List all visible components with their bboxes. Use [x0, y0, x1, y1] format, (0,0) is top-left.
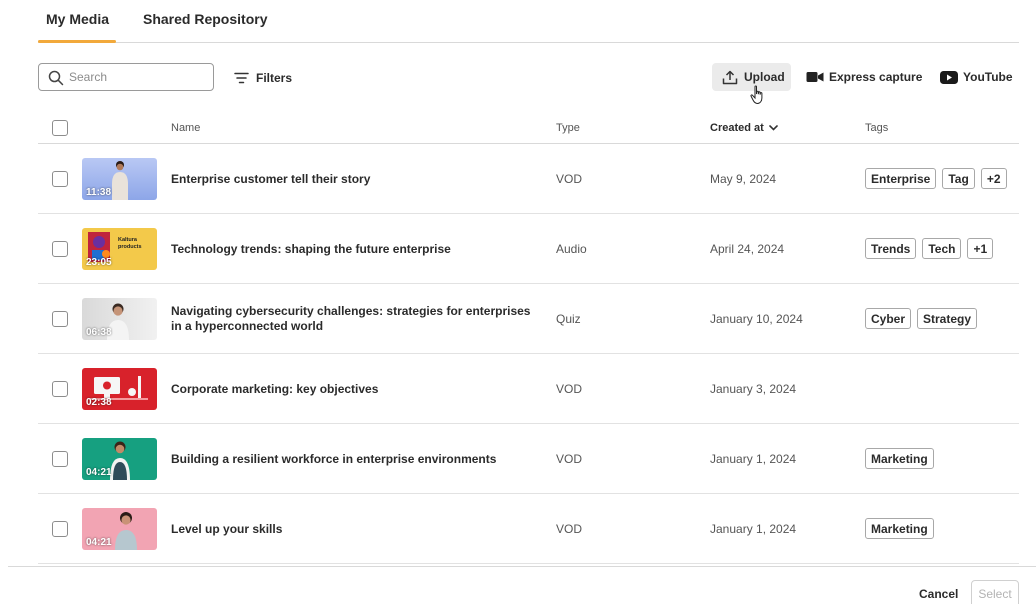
created-date: January 10, 2024: [710, 312, 803, 326]
table-row[interactable]: Kaltura products 23:05 Technology trends…: [38, 214, 1019, 284]
created-date: January 3, 2024: [710, 382, 797, 396]
select-button[interactable]: Select: [971, 580, 1019, 604]
upload-icon: [722, 70, 738, 84]
created-date: January 1, 2024: [710, 452, 797, 466]
video-camera-icon: [806, 72, 824, 82]
tag-list: Cyber Strategy: [865, 308, 983, 329]
row-checkbox[interactable]: [52, 451, 68, 467]
column-header-type[interactable]: Type: [556, 122, 580, 134]
search-input[interactable]: [69, 68, 209, 86]
media-tabs: My Media Shared Repository: [38, 0, 1019, 43]
express-capture-label: Express capture: [829, 70, 923, 84]
filters-button[interactable]: Filters: [234, 68, 292, 88]
thumbnail-caption: Kaltura products: [118, 237, 142, 250]
tag-badge[interactable]: Enterprise: [865, 168, 937, 189]
media-thumbnail[interactable]: 11:38: [82, 158, 157, 200]
created-date: January 1, 2024: [710, 522, 797, 536]
media-type: Audio: [556, 242, 587, 256]
tag-list: Trends Tech +1: [865, 238, 999, 259]
more-tags-badge[interactable]: +2: [980, 168, 1007, 189]
tag-badge[interactable]: Tag: [942, 168, 975, 189]
row-checkbox[interactable]: [52, 311, 68, 327]
column-header-created-at[interactable]: Created at: [710, 122, 778, 134]
table-row[interactable]: 04:21 Level up your skills VOD January 1…: [38, 494, 1019, 564]
media-type: VOD: [556, 172, 583, 186]
tag-list: Enterprise Tag +2: [865, 168, 1013, 189]
duration-label: 02:38: [86, 397, 112, 408]
duration-label: 23:05: [86, 257, 112, 268]
tag-badge[interactable]: Tech: [922, 238, 962, 259]
table-header: Name Type Created at Tags: [38, 113, 1019, 144]
tag-badge[interactable]: Marketing: [865, 518, 934, 539]
media-thumbnail[interactable]: 04:21: [82, 508, 157, 550]
table-row[interactable]: 06:38 Navigating cybersecurity challenge…: [38, 284, 1019, 354]
media-thumbnail[interactable]: 06:38: [82, 298, 157, 340]
media-type: VOD: [556, 522, 583, 536]
duration-label: 04:21: [86, 467, 112, 478]
duration-label: 06:38: [86, 327, 112, 338]
media-thumbnail[interactable]: 04:21: [82, 438, 157, 480]
media-thumbnail[interactable]: Kaltura products 23:05: [82, 228, 157, 270]
column-header-tags: Tags: [865, 122, 889, 134]
search-icon: [48, 70, 64, 86]
media-thumbnail[interactable]: 02:38: [82, 368, 157, 410]
duration-label: 11:38: [86, 187, 112, 198]
media-name[interactable]: Enterprise customer tell their story: [171, 172, 541, 187]
duration-label: 04:21: [86, 537, 112, 548]
row-checkbox[interactable]: [52, 171, 68, 187]
active-tab-indicator: [38, 40, 116, 43]
select-all-checkbox[interactable]: [52, 120, 68, 136]
tag-badge[interactable]: Trends: [865, 238, 917, 259]
row-checkbox[interactable]: [52, 521, 68, 537]
column-header-created-label: Created at: [710, 122, 764, 134]
table-row[interactable]: 11:38 Enterprise customer tell their sto…: [38, 144, 1019, 214]
youtube-icon: [940, 70, 958, 84]
more-tags-badge[interactable]: +1: [967, 238, 994, 259]
media-name[interactable]: Corporate marketing: key objectives: [171, 382, 541, 397]
tab-shared-repository[interactable]: Shared Repository: [143, 11, 267, 27]
tag-badge[interactable]: Strategy: [917, 308, 978, 329]
row-checkbox[interactable]: [52, 381, 68, 397]
media-name[interactable]: Technology trends: shaping the future en…: [171, 242, 541, 257]
media-name[interactable]: Navigating cybersecurity challenges: str…: [171, 304, 541, 334]
youtube-button[interactable]: YouTube: [940, 63, 1013, 91]
hand-cursor-icon: [750, 85, 763, 105]
filters-label: Filters: [256, 71, 293, 85]
created-date: May 9, 2024: [710, 172, 777, 186]
tag-list: Marketing: [865, 518, 940, 539]
upload-label: Upload: [744, 70, 785, 84]
created-date: April 24, 2024: [710, 242, 785, 256]
table-row[interactable]: 02:38 Corporate marketing: key objective…: [38, 354, 1019, 424]
express-capture-button[interactable]: Express capture: [806, 63, 922, 91]
media-type: VOD: [556, 452, 583, 466]
media-type: Quiz: [556, 312, 581, 326]
tab-my-media[interactable]: My Media: [46, 11, 109, 27]
filter-icon: [234, 72, 249, 84]
search-box[interactable]: [38, 63, 214, 91]
media-name[interactable]: Building a resilient workforce in enterp…: [171, 452, 541, 467]
media-type: VOD: [556, 382, 583, 396]
chevron-down-icon: [768, 125, 778, 131]
footer-divider: [8, 566, 1036, 567]
table-row[interactable]: 04:21 Building a resilient workforce in …: [38, 424, 1019, 494]
column-header-name[interactable]: Name: [171, 122, 200, 134]
tag-badge[interactable]: Cyber: [865, 308, 912, 329]
media-name[interactable]: Level up your skills: [171, 522, 541, 537]
tag-badge[interactable]: Marketing: [865, 448, 934, 469]
youtube-label: YouTube: [963, 70, 1013, 84]
cancel-button[interactable]: Cancel: [919, 587, 958, 601]
row-checkbox[interactable]: [52, 241, 68, 257]
tag-list: Marketing: [865, 448, 940, 469]
